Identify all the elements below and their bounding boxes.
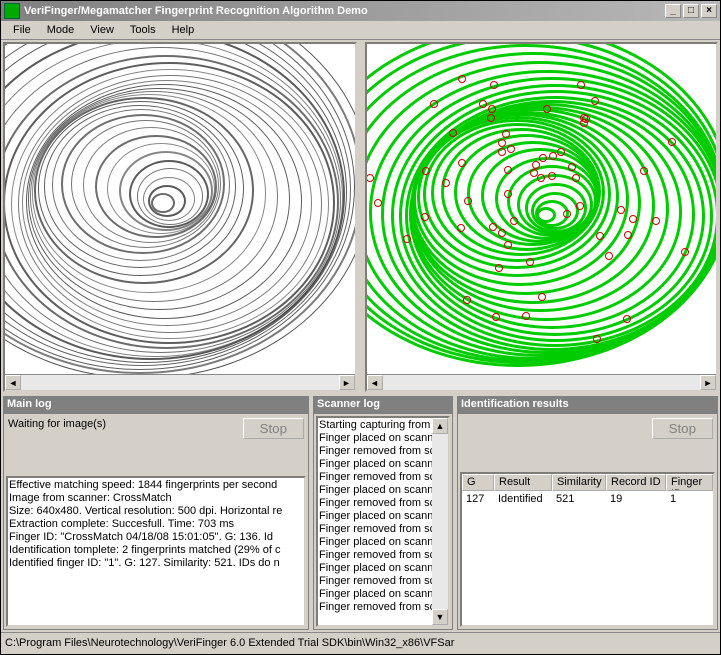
window-controls: _ □ × <box>665 4 717 18</box>
id-results-panel: Identification results Stop G Result Sim… <box>457 396 718 630</box>
log-line: Finger removed from scan <box>319 601 447 614</box>
log-line: Finger removed from scan <box>319 549 447 562</box>
scroll-up-icon[interactable]: ▲ <box>432 418 448 434</box>
log-line: Image from scanner: CrossMatch <box>9 492 303 505</box>
scanner-log-listbox[interactable]: Starting capturing from scFinger placed … <box>316 416 450 627</box>
cell-recordid: 19 <box>606 492 666 506</box>
log-line: Identification tomplete: 2 fingerprints … <box>9 544 303 557</box>
log-line: Finger placed on scanne <box>319 588 447 601</box>
log-line: Finger removed from scan <box>319 497 447 510</box>
main-log-title: Main log <box>3 396 309 413</box>
log-line: Starting capturing from sc <box>319 419 447 432</box>
log-line: Finger removed from scan <box>319 471 447 484</box>
status-path: C:\Program Files\Neurotechnology\VeriFin… <box>5 637 454 649</box>
id-results-stop-button[interactable]: Stop <box>652 418 713 439</box>
log-line: Finger placed on scanne <box>319 432 447 445</box>
log-line: Finger ID: "CrossMatch 04/18/08 15:01:05… <box>9 531 303 544</box>
bottom-area: Main log Waiting for image(s) Stop Effec… <box>1 394 720 632</box>
minimize-button[interactable]: _ <box>665 4 681 18</box>
main-log-panel: Main log Waiting for image(s) Stop Effec… <box>3 396 309 630</box>
vscrollbar[interactable]: ▲ ▼ <box>432 418 448 625</box>
menu-view[interactable]: View <box>82 22 122 38</box>
main-area: ◄ ► ◄ ► <box>1 40 720 394</box>
scroll-left-icon[interactable]: ◄ <box>367 375 383 390</box>
log-line: Finger placed on scanne <box>319 536 447 549</box>
menu-mode[interactable]: Mode <box>39 22 83 38</box>
window-title: VeriFinger/Megamatcher Fingerprint Recog… <box>24 5 368 17</box>
scroll-track[interactable] <box>21 375 339 390</box>
table-header[interactable]: G Result Similarity Record ID Finger ID <box>462 474 713 491</box>
table-row[interactable]: 127 Identified 521 19 1 <box>462 491 713 507</box>
scroll-track[interactable] <box>432 434 448 609</box>
id-results-title: Identification results <box>457 396 718 413</box>
menu-tools[interactable]: Tools <box>122 22 164 38</box>
scanner-log-panel: Scanner log Starting capturing from scFi… <box>313 396 453 630</box>
results-table[interactable]: G Result Similarity Record ID Finger ID … <box>460 472 715 627</box>
col-fingerid[interactable]: Finger ID <box>666 474 713 491</box>
scroll-track[interactable] <box>383 375 701 390</box>
log-line: Finger placed on scanne <box>319 562 447 575</box>
scroll-right-icon[interactable]: ► <box>339 375 355 390</box>
app-icon <box>4 3 20 19</box>
cell-fingerid: 1 <box>666 492 713 506</box>
hscrollbar[interactable]: ◄ ► <box>5 374 355 390</box>
statusbar: C:\Program Files\Neurotechnology\VeriFin… <box>1 632 720 652</box>
scroll-right-icon[interactable]: ► <box>700 375 716 390</box>
splitter-vertical[interactable] <box>359 40 363 394</box>
log-line: Finger placed on scanne <box>319 484 447 497</box>
enhanced-fingerprint-pane[interactable]: ◄ ► <box>365 42 719 392</box>
col-result[interactable]: Result <box>494 474 552 491</box>
close-button[interactable]: × <box>701 4 717 18</box>
main-log-listbox[interactable]: Effective matching speed: 1844 fingerpri… <box>6 476 306 627</box>
log-line: Size: 640x480. Vertical resolution: 500 … <box>9 505 303 518</box>
log-line: Finger placed on scanne <box>319 510 447 523</box>
hscrollbar[interactable]: ◄ ► <box>367 374 717 390</box>
cell-result: Identified <box>494 492 552 506</box>
log-line: Effective matching speed: 1844 fingerpri… <box>9 479 303 492</box>
titlebar: VeriFinger/Megamatcher Fingerprint Recog… <box>1 1 720 21</box>
raw-fingerprint-pane[interactable]: ◄ ► <box>3 42 357 392</box>
cell-similarity: 521 <box>552 492 606 506</box>
log-line: Finger removed from scan <box>319 445 447 458</box>
log-line: Finger placed on scanne <box>319 458 447 471</box>
maximize-button[interactable]: □ <box>683 4 699 18</box>
scroll-left-icon[interactable]: ◄ <box>5 375 21 390</box>
main-log-waiting: Waiting for image(s) <box>8 418 106 430</box>
menu-help[interactable]: Help <box>164 22 203 38</box>
main-log-stop-button[interactable]: Stop <box>243 418 304 439</box>
log-line: Finger removed from scan <box>319 575 447 588</box>
log-line: Extraction complete: Succesfull. Time: 7… <box>9 518 303 531</box>
col-recordid[interactable]: Record ID <box>606 474 666 491</box>
menubar: File Mode View Tools Help <box>1 21 720 40</box>
col-similarity[interactable]: Similarity <box>552 474 606 491</box>
menu-file[interactable]: File <box>5 22 39 38</box>
log-line: Finger removed from scan <box>319 523 447 536</box>
scanner-log-title: Scanner log <box>313 396 453 413</box>
col-g[interactable]: G <box>462 474 494 491</box>
cell-g: 127 <box>462 492 494 506</box>
scroll-down-icon[interactable]: ▼ <box>432 609 448 625</box>
log-line: Identified finger ID: "1". G: 127. Simil… <box>9 557 303 570</box>
